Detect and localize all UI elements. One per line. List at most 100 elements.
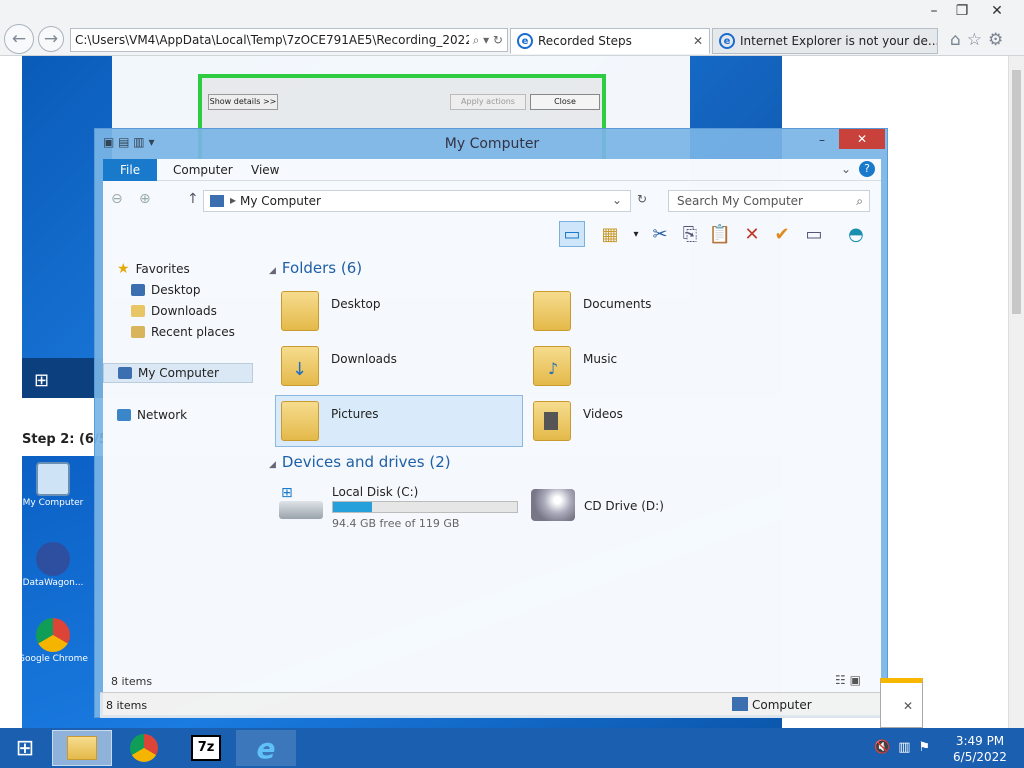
minimize-button[interactable]: – — [919, 0, 949, 22]
drive-name: Local Disk (C:) — [332, 485, 419, 499]
folder-icon — [533, 401, 571, 441]
speaker-muted-icon[interactable]: 🔇 — [874, 740, 898, 755]
copy-icon[interactable]: ⎘ — [677, 221, 703, 247]
close-button[interactable]: ✕ — [980, 0, 1014, 22]
drive-c[interactable]: ⊞ Local Disk (C:) 94.4 GB free of 119 GB — [279, 485, 519, 530]
drive-usage-bar — [332, 501, 518, 513]
close-tab-icon[interactable]: ✕ — [693, 34, 703, 48]
tab-label: Internet Explorer is not your de... — [740, 34, 938, 48]
vertical-scrollbar[interactable] — [1008, 56, 1024, 728]
scroll-thumb[interactable] — [1012, 70, 1021, 314]
close-notification-icon[interactable]: ✕ — [903, 699, 913, 713]
tab-recorded-steps[interactable]: e Recorded Steps ✕ — [510, 28, 710, 54]
nav-label: My Computer — [138, 366, 219, 380]
folder-label: Pictures — [331, 407, 379, 421]
drive-free-space: 94.4 GB free of 119 GB — [332, 517, 460, 530]
folder-documents[interactable]: Documents — [533, 285, 651, 337]
nav-recent-places[interactable]: Recent places — [131, 322, 235, 342]
forward-icon[interactable]: ⊕ — [139, 191, 151, 207]
nav-desktop[interactable]: Desktop — [131, 280, 201, 300]
tab-file[interactable]: File — [103, 159, 158, 181]
nav-downloads[interactable]: Downloads — [131, 301, 217, 321]
address-bar[interactable]: C:\Users\VM4\AppData\Local\Temp\7zOCE791… — [70, 28, 508, 52]
paste-icon[interactable]: 📋 — [707, 221, 733, 247]
explorer-body: File Computer View ⌄ ? ⊖ ⊕ ↑ ▸ My Comput… — [103, 159, 881, 715]
gear-icon[interactable]: ⚙ — [988, 30, 1009, 50]
back-button[interactable]: ← — [4, 24, 34, 54]
expand-ribbon-icon[interactable]: ⌄ — [841, 162, 851, 176]
nav-label: Desktop — [151, 283, 201, 297]
folder-desktop[interactable]: Desktop — [281, 285, 381, 337]
delete-icon[interactable]: ✕ — [739, 221, 765, 247]
ribbon-tabs: File Computer View ⌄ ? — [103, 159, 881, 181]
up-arrow-icon[interactable]: ↑ — [187, 191, 199, 207]
start-button[interactable]: ⊞ — [0, 730, 50, 766]
devices-header[interactable]: ◢ Devices and drives (2) — [269, 453, 451, 471]
folder-label: Music — [583, 352, 618, 366]
search-icon: ⌕ — [856, 193, 863, 208]
drive-usage-fill — [333, 502, 372, 512]
preview-pane-icon[interactable]: ▭ — [559, 221, 585, 247]
tab-computer[interactable]: Computer — [161, 159, 245, 181]
nav-label: Downloads — [151, 304, 217, 318]
taskbar-7zip[interactable]: 7z — [176, 730, 236, 766]
nav-favorites[interactable]: ★ Favorites — [117, 259, 190, 279]
computer-icon — [118, 367, 132, 379]
tab-label: Recorded Steps — [538, 34, 632, 48]
clock[interactable]: 3:49 PM 6/5/2022 — [940, 733, 1020, 765]
computer-icon — [210, 195, 224, 207]
taskbar-explorer[interactable] — [52, 730, 112, 766]
minimize-window-button[interactable]: – — [811, 133, 833, 151]
tab-ie-default[interactable]: e Internet Explorer is not your de... — [712, 28, 938, 54]
cut-icon[interactable]: ✂ — [647, 221, 673, 247]
search-input[interactable]: Search My Computer ⌕ — [668, 190, 870, 212]
shell-icon[interactable]: ◓ — [843, 221, 869, 247]
address-text: C:\Users\VM4\AppData\Local\Temp\7zOCE791… — [75, 33, 473, 47]
ie-icon: e — [517, 33, 533, 49]
desktop-icon-my-computer: My Computer — [18, 462, 88, 508]
chevron-down-icon[interactable]: ⌄ — [612, 193, 622, 207]
breadcrumb[interactable]: ▸ My Computer ⌄ — [203, 190, 631, 212]
nav-label: Network — [137, 408, 188, 422]
checkmark-icon[interactable]: ✔ — [769, 221, 795, 247]
help-icon[interactable]: ? — [859, 161, 875, 177]
status-item-count: 8 items — [106, 699, 148, 712]
film-icon — [544, 412, 558, 430]
drive-name: CD Drive (D:) — [584, 499, 664, 513]
folder-pictures[interactable]: Pictures — [281, 395, 379, 447]
rename-icon[interactable]: ▭ — [801, 221, 827, 247]
folder-downloads[interactable]: ↓ Downloads — [281, 340, 397, 392]
downloads-icon — [131, 305, 145, 317]
close-window-button[interactable]: ✕ — [839, 129, 885, 149]
quick-access-toolbar[interactable]: ▣ ▤ ▥ ▾ — [103, 135, 154, 149]
taskbar-chrome[interactable] — [114, 730, 174, 766]
nav-my-computer[interactable]: My Computer — [103, 363, 253, 383]
action-center-icon[interactable]: ⚑ — [918, 740, 938, 755]
cd-drive-icon — [531, 489, 575, 521]
forward-button[interactable]: → — [38, 26, 64, 52]
home-icon[interactable]: ⌂ — [950, 30, 967, 50]
search-refresh-icons[interactable]: ⌕ ▾ ↻ — [468, 32, 503, 48]
monitor-icon — [36, 462, 70, 496]
nav-label: Favorites — [135, 262, 190, 276]
network-icon[interactable]: ▥ — [898, 740, 918, 755]
favorites-star-icon[interactable]: ☆ — [967, 30, 988, 50]
drive-d[interactable]: CD Drive (D:) — [527, 485, 727, 525]
tray-icons[interactable]: 🔇▥⚑ — [874, 740, 938, 755]
taskbar-ie[interactable]: e — [236, 730, 296, 766]
folder-music[interactable]: ♪ Music — [533, 340, 617, 392]
close-snapshot-button: Close — [530, 94, 600, 110]
toolbar-icons[interactable]: ⌂☆⚙ — [950, 30, 1009, 50]
chevron-down-icon[interactable]: ▾ — [623, 221, 649, 247]
restore-button[interactable]: ❐ — [947, 0, 977, 22]
tab-view[interactable]: View — [239, 159, 291, 181]
refresh-icon[interactable]: ↻ — [637, 192, 647, 206]
view-toggle-icons[interactable]: ☷ ▣ — [835, 673, 861, 687]
back-icon[interactable]: ⊖ — [111, 191, 123, 207]
download-arrow-icon: ↓ — [292, 359, 308, 380]
clock-time: 3:49 PM — [955, 734, 1005, 748]
folders-header[interactable]: ◢ Folders (6) — [269, 259, 362, 277]
properties-icon[interactable]: ▦ — [597, 221, 623, 247]
folder-videos[interactable]: Videos — [533, 395, 623, 447]
nav-network[interactable]: Network — [117, 405, 187, 425]
